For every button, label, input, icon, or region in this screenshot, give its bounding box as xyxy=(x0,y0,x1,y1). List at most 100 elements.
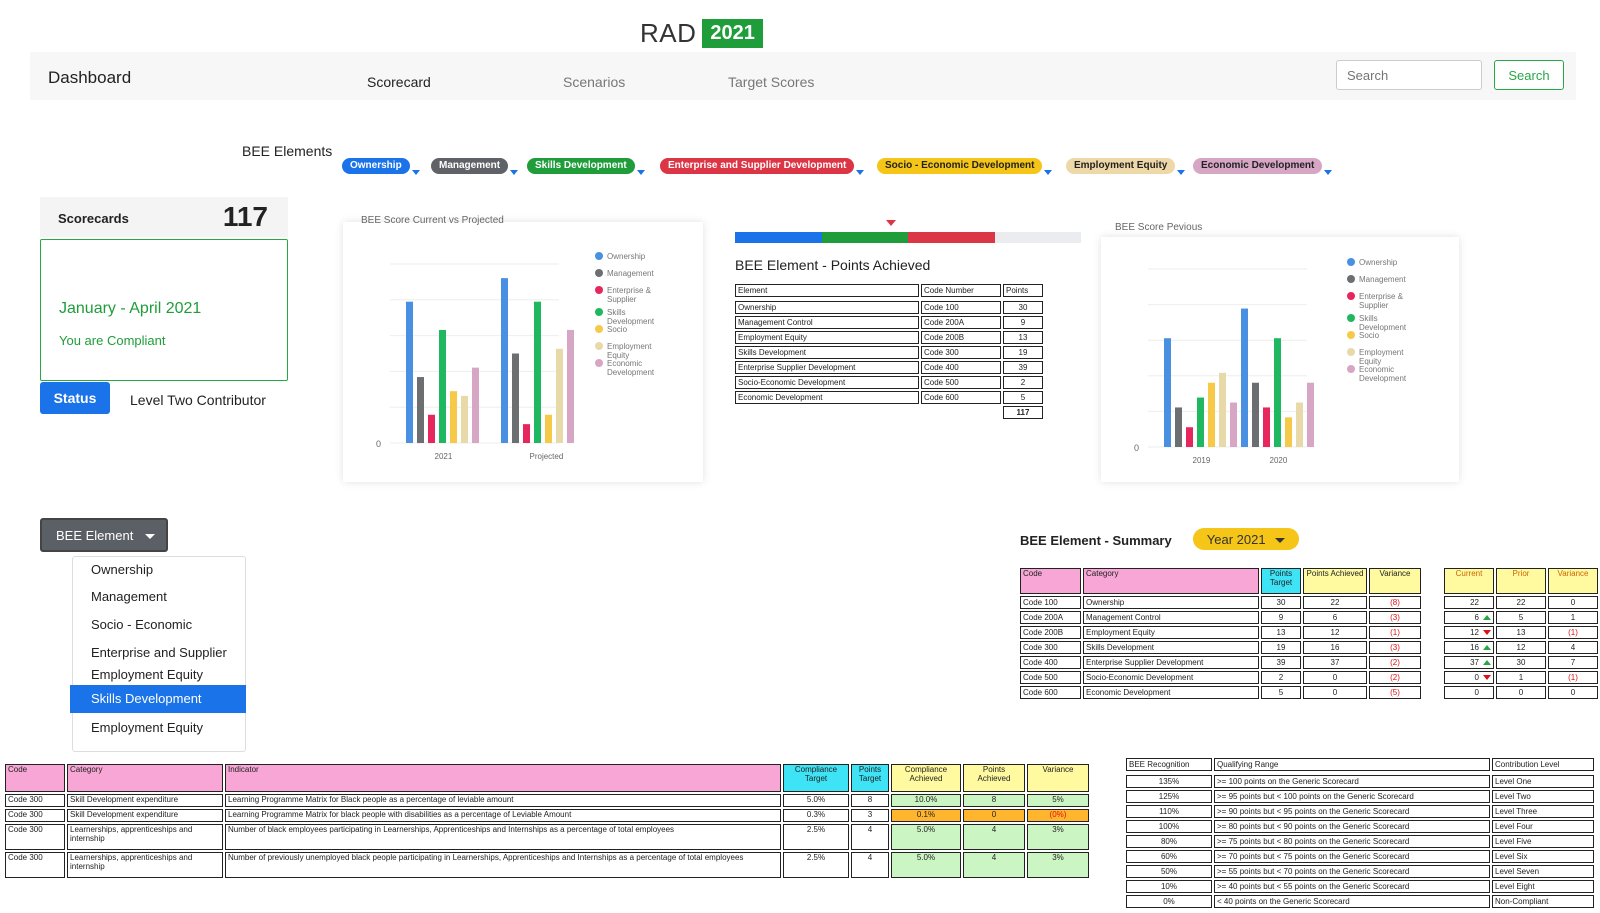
bee-pill-1[interactable]: Management xyxy=(431,158,509,174)
dropdown-item-ownership[interactable]: Ownership xyxy=(91,562,153,577)
table-cell: (3) xyxy=(1369,641,1421,654)
navbar: Dashboard Scorecard Scenarios Target Sco… xyxy=(30,52,1576,100)
bee-pill-5[interactable]: Employment Equity xyxy=(1066,158,1176,174)
legend-item: Socio xyxy=(1347,331,1379,340)
table-cell: 1 xyxy=(1496,671,1546,684)
legend-label: Employment Equity xyxy=(607,342,652,360)
year-selector[interactable]: Year 2021 xyxy=(1193,528,1299,550)
dropdown-item-socio-economic[interactable]: Socio - Economic xyxy=(91,617,192,632)
legend-item: Employment Equity xyxy=(1347,348,1411,366)
dropdown-item-management[interactable]: Management xyxy=(91,589,167,604)
search-input[interactable] xyxy=(1336,60,1482,90)
table-cell: >= 95 points but < 100 points on the Gen… xyxy=(1214,790,1490,803)
chevron-down-icon[interactable] xyxy=(1324,170,1332,175)
table-header-cell: Points Achieved xyxy=(1303,568,1367,594)
chevron-down-icon[interactable] xyxy=(412,170,420,175)
legend-item: Economic Development xyxy=(1347,365,1411,383)
dropdown-item-enterprise-and-supplier[interactable]: Enterprise and Supplier xyxy=(91,645,227,660)
bar-employment-equity-2020 xyxy=(1296,402,1303,447)
bee-pill-0[interactable]: Ownership xyxy=(342,158,410,174)
table-header-cell: Points xyxy=(1003,284,1043,297)
table-cell: 4 xyxy=(851,852,889,878)
empty-cell xyxy=(735,406,919,419)
dropdown-item-employment-equity[interactable]: Employment Equity xyxy=(91,720,203,735)
bee-element-dropdown-menu: Ownership Management Socio - Economic Enter… xyxy=(70,556,246,752)
table-row: Code 600 Economic Development 5 0 (5) xyxy=(1020,686,1421,699)
table-header-cell: Element xyxy=(735,284,919,297)
points-achieved-table: Element Code Number Points Ownership Code 10… xyxy=(733,282,1045,421)
table-cell: 9 xyxy=(1003,316,1043,329)
bee-pill-3[interactable]: Enterprise and Supplier Development xyxy=(660,158,855,174)
legend-dot-icon xyxy=(595,325,603,333)
table-cell: Number of previously unemployed black pe… xyxy=(225,852,781,878)
table-cell: 0 xyxy=(1444,686,1494,699)
dropdown-item-skills-development[interactable]: Skills Development xyxy=(70,685,246,713)
table-cell: Learning Programme Matrix for Black peop… xyxy=(225,794,781,807)
bee-pill-6[interactable]: Economic Development xyxy=(1193,158,1323,174)
legend-label: Skills Development xyxy=(1359,314,1407,332)
nav-link-scenarios[interactable]: Scenarios xyxy=(563,74,625,90)
table-cell: Code 600 xyxy=(1020,686,1081,699)
table-row: 6 51 xyxy=(1444,611,1598,624)
scorecard-period: January - April 2021 xyxy=(59,300,202,317)
table-cell: 0% xyxy=(1126,895,1212,908)
table-cell: 6 xyxy=(1444,611,1494,624)
chevron-down-icon[interactable] xyxy=(856,170,864,175)
bee-pill-2[interactable]: Skills Development xyxy=(527,158,635,174)
table-cell: 22 xyxy=(1444,596,1494,609)
legend-label: Socio xyxy=(1359,331,1380,340)
current-value: 0 xyxy=(1474,673,1479,682)
chevron-down-icon[interactable] xyxy=(1044,170,1052,175)
dropdown-item-employment-equity[interactable]: Employment Equity xyxy=(91,667,203,682)
table-cell: 2.5% xyxy=(783,824,849,850)
brand-name: RAD xyxy=(640,18,697,48)
table-cell: 3% xyxy=(1027,852,1089,878)
chevron-down-icon[interactable] xyxy=(510,170,518,175)
table-cell: Socio-Economic Development xyxy=(1083,671,1259,684)
bee-pill-4[interactable]: Socio - Economic Development xyxy=(877,158,1043,174)
table-cell: 60% xyxy=(1126,850,1212,863)
summary-compare-table: Current Prior Variance 22 22 0 6 5 1 12 13 (1) 16 12 4… xyxy=(1442,566,1600,701)
legend-item: Enterprise & Supplier xyxy=(595,286,659,304)
nav-title[interactable]: Dashboard xyxy=(48,68,131,88)
legend-label: Skills Development xyxy=(607,308,655,326)
table-cell: 39 xyxy=(1003,361,1043,374)
table-cell: 12 xyxy=(1444,626,1494,639)
table-row: Code 300 Skill Development expenditure Lea… xyxy=(5,809,1089,822)
chevron-down-icon[interactable] xyxy=(1177,170,1185,175)
bar-skills-development-2020 xyxy=(1274,338,1281,447)
table-cell: >= 55 points but < 70 points on the Gene… xyxy=(1214,865,1490,878)
legend-dot-icon xyxy=(595,342,603,350)
legend-label: Enterprise & Supplier xyxy=(607,286,652,304)
table-cell: 30 xyxy=(1003,301,1043,314)
chevron-down-icon[interactable] xyxy=(637,170,645,175)
table-cell: 5.0% xyxy=(891,824,961,850)
table-cell: Employment Equity xyxy=(1083,626,1259,639)
table-cell: Level One xyxy=(1492,775,1594,788)
status-button[interactable]: Status xyxy=(40,382,110,414)
table-cell: 5 xyxy=(1003,391,1043,404)
legend-item: Management xyxy=(595,269,654,278)
table-cell: Learning Programme Matrix for black peop… xyxy=(225,809,781,822)
table-cell: Code 500 xyxy=(1020,671,1081,684)
x-tick-label: 2020 xyxy=(1270,456,1288,465)
table-cell: 4 xyxy=(963,824,1025,850)
table-cell: 13 xyxy=(1003,331,1043,344)
table-cell: Number of black employees participating … xyxy=(225,824,781,850)
current-value: 22 xyxy=(1470,598,1479,607)
bar-management-projected xyxy=(512,353,519,443)
table-cell: 13 xyxy=(1261,626,1301,639)
search-button[interactable]: Search xyxy=(1494,60,1564,90)
table-row: 000 xyxy=(1444,686,1598,699)
bee-element-dropdown-button[interactable]: BEE Element xyxy=(40,518,168,552)
table-header-cell: Points Target xyxy=(851,764,889,792)
bar-economic-development-projected xyxy=(567,329,574,443)
table-cell: 0 xyxy=(1303,671,1367,684)
bar-enterprise-supplier-2020 xyxy=(1263,407,1270,447)
table-header-cell: BEE Recognition xyxy=(1126,758,1212,771)
table-cell: 6 xyxy=(1303,611,1367,624)
nav-link-target-scores[interactable]: Target Scores xyxy=(728,74,814,90)
table-cell: (8) xyxy=(1369,596,1421,609)
nav-link-scorecard[interactable]: Scorecard xyxy=(367,74,431,90)
table-row: Code 300 Learnerships, apprenticeships an… xyxy=(5,852,1089,878)
